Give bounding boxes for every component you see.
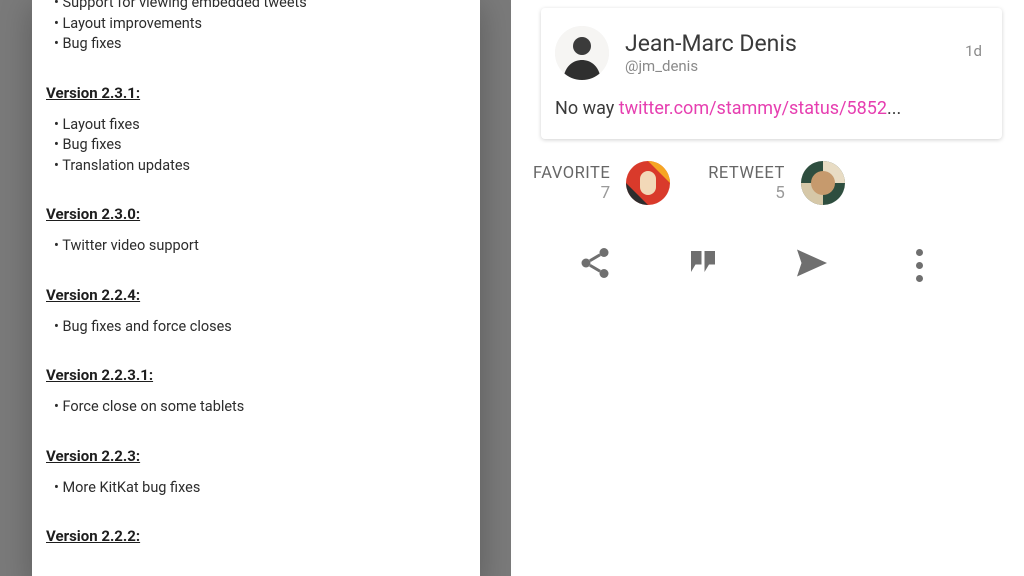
favorite-user-avatar[interactable] [626,161,670,205]
overflow-button[interactable] [890,235,950,295]
changelog-dialog[interactable]: • Support for viewing embedded tweets • L… [32,0,480,576]
changelog-version-heading: Version 2.2.3: [46,447,466,465]
changelog-item: • Twitter video support [54,237,466,256]
changelog-item: • Layout improvements [54,15,466,34]
changelog-item: • Bug fixes and force closes [54,318,466,337]
tweet-text-suffix: ... [887,98,901,119]
tweet-action-bar [541,235,974,295]
share-button[interactable] [565,235,625,295]
favorite-count: 7 [533,183,610,203]
author-handle[interactable]: @jm_denis [625,57,797,75]
retweet-count: 5 [708,183,785,203]
changelog-item: • More KitKat bug fixes [54,479,466,498]
favorite-stat[interactable]: FAVORITE 7 [533,161,670,205]
changelog-item: • Translation updates [54,157,466,176]
author-name[interactable]: Jean-Marc Denis [625,31,797,56]
changelog-version-heading: Version 2.3.1: [46,84,466,102]
tweet-stats-row: FAVORITE 7 RETWEET 5 [533,161,1014,205]
changelog-version-heading: Version 2.2.2: [46,527,466,545]
retweet-user-avatar[interactable] [801,161,845,205]
send-button[interactable] [782,235,842,295]
tweet-detail-pane: Jean-Marc Denis @jm_denis 1d No way twit… [511,0,1024,576]
changelog-item: • Force close on some tablets [54,398,466,417]
changelog-version-heading: Version 2.2.4: [46,286,466,304]
send-icon [794,245,830,285]
retweet-label: RETWEET [708,164,785,183]
changelog-item: • Bug fixes [54,35,466,54]
changelog-version-heading: Version 2.2.3.1: [46,366,466,384]
tweet-text: No way [555,98,619,119]
changelog-item: • Bug fixes [54,136,466,155]
changelog-backdrop: • Support for viewing embedded tweets • L… [0,0,511,576]
retweet-stat[interactable]: RETWEET 5 [708,161,845,205]
changelog-item: • Support for viewing embedded tweets [54,0,466,13]
tweet-timestamp: 1d [965,42,982,60]
tweet-link[interactable]: twitter.com/stammy/status/5852 [619,98,887,119]
changelog-version-heading: Version 2.3.0: [46,205,466,223]
quote-icon [685,245,721,285]
favorite-label: FAVORITE [533,164,610,183]
quote-button[interactable] [673,235,733,295]
tweet-body: No way twitter.com/stammy/status/5852... [555,98,984,119]
tweet-card[interactable]: Jean-Marc Denis @jm_denis 1d No way twit… [541,8,1002,139]
author-avatar[interactable] [555,26,609,80]
overflow-icon [916,249,923,282]
changelog-item: • Layout fixes [54,116,466,135]
share-icon [577,245,613,285]
